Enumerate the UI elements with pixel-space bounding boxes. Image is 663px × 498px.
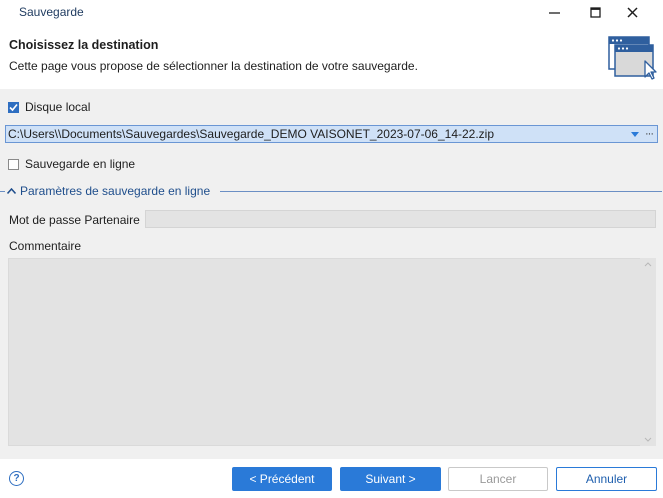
wizard-body: Disque local C:\Users\\Documents\Sauvega… — [0, 89, 663, 459]
section-divider-left — [0, 191, 5, 192]
partner-password-field[interactable] — [145, 210, 656, 228]
online-backup-label: Sauvegarde en ligne — [25, 157, 136, 171]
destination-path-field[interactable]: C:\Users\\Documents\Sauvegardes\Sauvegar… — [5, 125, 658, 143]
page-subtitle: Cette page vous propose de sélectionner … — [9, 59, 418, 73]
chevron-down-icon — [631, 131, 639, 137]
window-cursor-icon — [608, 36, 657, 80]
minimize-icon — [548, 11, 560, 14]
previous-button[interactable]: < Précédent — [232, 467, 332, 491]
path-browse-button[interactable]: ··· — [642, 126, 656, 142]
comment-scrollbar[interactable] — [640, 258, 656, 446]
local-disk-checkbox[interactable] — [8, 101, 19, 113]
path-dropdown-button[interactable] — [629, 126, 641, 142]
scroll-arrows-icon — [644, 262, 652, 442]
page-title: Choisissez la destination — [9, 38, 159, 52]
comment-textarea[interactable] — [8, 258, 656, 446]
close-button[interactable] — [613, 0, 651, 24]
wizard-header: Choisissez la destination Cette page vou… — [0, 24, 663, 89]
partner-password-label: Mot de passe Partenaire — [9, 213, 140, 227]
chevron-up-icon — [7, 188, 16, 194]
minimize-button[interactable] — [535, 0, 573, 24]
wizard-footer: ? < Précédent Suivant > Lancer Annuler — [0, 459, 663, 498]
window-title: Sauvegarde — [19, 5, 84, 19]
online-backup-checkbox[interactable] — [8, 158, 19, 170]
maximize-button[interactable] — [576, 0, 614, 24]
title-bar: Sauvegarde — [0, 0, 663, 24]
close-icon — [626, 6, 638, 18]
next-button[interactable]: Suivant > — [340, 467, 441, 491]
local-disk-option[interactable]: Disque local — [8, 100, 90, 114]
online-settings-section-header[interactable]: Paramètres de sauvegarde en ligne — [7, 184, 210, 198]
cancel-button[interactable]: Annuler — [556, 467, 657, 491]
local-disk-label: Disque local — [25, 100, 91, 114]
online-backup-option[interactable]: Sauvegarde en ligne — [8, 157, 135, 171]
help-button[interactable]: ? — [9, 471, 24, 486]
section-divider — [220, 191, 662, 192]
comment-label: Commentaire — [9, 239, 82, 253]
checkmark-icon — [9, 103, 18, 111]
launch-button[interactable]: Lancer — [448, 467, 548, 491]
section-title: Paramètres de sauvegarde en ligne — [20, 184, 211, 198]
maximize-icon — [589, 6, 601, 18]
